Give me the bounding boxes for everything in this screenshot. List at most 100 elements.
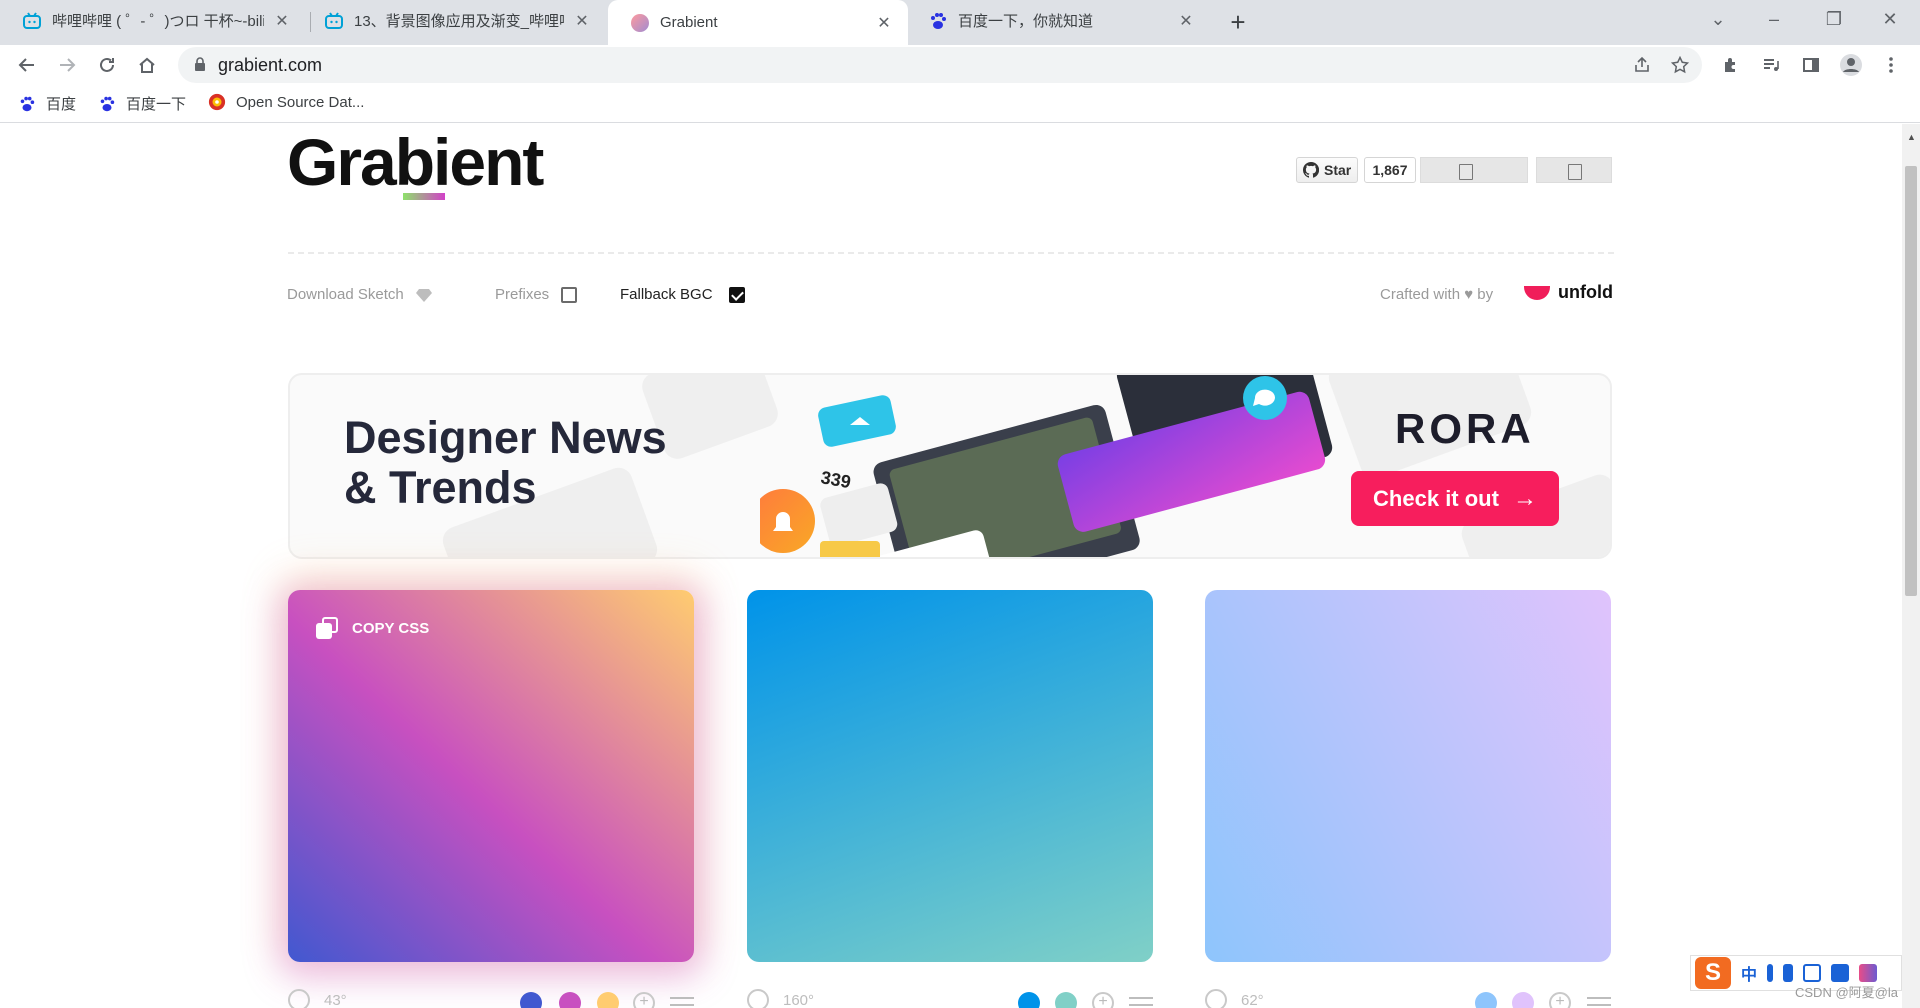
scrollbar-thumb[interactable]	[1905, 166, 1917, 596]
baidu-icon	[100, 96, 115, 111]
bookmark-baidu-search[interactable]: 百度一下	[98, 93, 186, 114]
adjust-sliders-icon[interactable]	[670, 995, 694, 1008]
browser-toolbar: grabient.com	[0, 45, 1920, 85]
new-tab-button[interactable]: +	[1222, 6, 1254, 38]
url-text: grabient.com	[218, 55, 323, 75]
gradient-card-3[interactable]	[1205, 590, 1611, 962]
download-sketch-link[interactable]: Download Sketch	[287, 286, 432, 303]
add-color-stop-icon[interactable]: +	[1092, 992, 1114, 1008]
bookmark-open-source-data[interactable]: Open Source Dat...	[208, 93, 364, 111]
address-bar[interactable]: grabient.com	[178, 47, 1702, 83]
share-icon[interactable]	[1630, 53, 1654, 77]
extensions-icon[interactable]	[1716, 50, 1746, 80]
side-panel-icon[interactable]	[1796, 50, 1826, 80]
color-stop-swatch[interactable]	[1055, 992, 1077, 1008]
bookmark-label: Open Source Dat...	[236, 93, 365, 111]
apps-grid-icon[interactable]	[1859, 964, 1878, 982]
bilibili-icon	[23, 11, 41, 29]
fallback-bgc-checkbox[interactable]	[728, 286, 745, 303]
close-window-button[interactable]: ✕	[1862, 0, 1918, 38]
github-action-button-2[interactable]	[1536, 157, 1612, 183]
angle-dial-icon	[747, 989, 769, 1008]
prefixes-checkbox[interactable]	[561, 286, 578, 303]
csdn-watermark: CSDN @阿夏@la	[1795, 985, 1898, 1000]
forward-icon[interactable]	[50, 48, 84, 82]
check-it-out-button[interactable]: Check it out →	[1351, 471, 1559, 526]
document-icon	[1459, 164, 1473, 180]
close-tab-icon[interactable]: ✕	[874, 13, 894, 33]
punctuation-icon[interactable]	[1767, 964, 1774, 982]
reload-icon[interactable]	[90, 48, 124, 82]
scroll-up-arrow-icon[interactable]: ▲	[1907, 132, 1916, 142]
close-tab-icon[interactable]: ✕	[572, 11, 592, 31]
skin-shirt-icon[interactable]	[1831, 964, 1850, 982]
angle-value: 62°	[1241, 991, 1264, 1008]
profile-avatar-icon[interactable]	[1836, 50, 1866, 80]
unfold-link[interactable]: unfold	[1524, 282, 1613, 303]
color-stop-swatch[interactable]	[559, 992, 581, 1008]
bilibili-icon	[325, 11, 343, 29]
close-tab-icon[interactable]: ✕	[1176, 11, 1196, 31]
angle-value: 43°	[324, 991, 347, 1008]
adjust-sliders-icon[interactable]	[1129, 995, 1153, 1008]
grabient-page: Grabient Star 1,867 Download Sketch Pref…	[0, 124, 1902, 1008]
add-color-stop-icon[interactable]: +	[633, 992, 655, 1008]
github-star-button[interactable]: Star	[1296, 157, 1358, 183]
tab-baidu[interactable]: 百度一下，你就知道 ✕	[906, 0, 1210, 41]
crafted-with-text: Crafted with ♥ by	[1380, 286, 1494, 303]
document-icon	[1568, 164, 1582, 180]
ad-art-counter: 339	[819, 467, 852, 492]
angle-control-1[interactable]: 43°	[288, 989, 347, 1008]
keyboard-icon[interactable]	[1803, 964, 1822, 982]
github-star-count[interactable]: 1,867	[1364, 157, 1416, 183]
lock-icon	[195, 57, 205, 71]
tab-bilibili-video[interactable]: 13、背景图像应用及渐变_哔哩哔 ✕	[302, 0, 606, 41]
tab-title: Grabient	[660, 14, 718, 31]
logo-gradient-underline	[403, 193, 445, 200]
gradient-card-2[interactable]	[747, 590, 1153, 962]
tab-grabient[interactable]: Grabient ✕	[608, 0, 908, 45]
gradient-card-1[interactable]: COPY CSS	[288, 590, 694, 962]
restore-button[interactable]: ❐	[1806, 0, 1862, 38]
sogou-ime-logo: S	[1695, 957, 1731, 989]
page-scrollbar[interactable]: ▲	[1902, 124, 1920, 1008]
rora-brand-logo: RORA	[1395, 405, 1535, 452]
tab-title: 13、背景图像应用及渐变_哔哩哔	[354, 13, 564, 30]
github-action-button-1[interactable]	[1420, 157, 1528, 183]
back-icon[interactable]	[10, 48, 44, 82]
bookmark-star-icon[interactable]	[1668, 53, 1692, 77]
github-icon	[1303, 162, 1319, 178]
ime-language-toggle[interactable]: 中	[1741, 961, 1757, 985]
color-stop-swatch[interactable]	[1018, 992, 1040, 1008]
bookmark-baidu[interactable]: 百度	[18, 93, 76, 114]
minimize-button[interactable]: –	[1746, 0, 1802, 38]
fallback-bgc-toggle[interactable]: Fallback BGC	[620, 286, 745, 303]
menu-icon[interactable]	[1876, 50, 1906, 80]
copy-icon	[316, 617, 338, 639]
media-queue-icon[interactable]	[1756, 50, 1786, 80]
color-stop-swatch[interactable]	[1512, 992, 1534, 1008]
tab-strip: 哔哩哔哩 ( ゜- ゜)つロ 干杯~-bili ✕ 13、背景图像应用及渐变_哔…	[0, 0, 1920, 45]
copy-css-label: COPY CSS	[352, 619, 430, 637]
adjust-sliders-icon[interactable]	[1587, 995, 1611, 1008]
add-color-stop-icon[interactable]: +	[1549, 992, 1571, 1008]
angle-control-3[interactable]: 62°	[1205, 989, 1264, 1008]
prefixes-toggle[interactable]: Prefixes	[495, 286, 578, 303]
close-tab-icon[interactable]: ✕	[272, 11, 292, 31]
home-icon[interactable]	[130, 48, 164, 82]
microphone-icon[interactable]	[1783, 964, 1794, 982]
tab-bilibili-home[interactable]: 哔哩哔哩 ( ゜- ゜)つロ 干杯~-bili ✕	[0, 0, 306, 41]
ad-illustration: 339	[760, 375, 1333, 557]
angle-control-2[interactable]: 160°	[747, 989, 814, 1008]
color-stop-swatch[interactable]	[597, 992, 619, 1008]
ad-banner[interactable]: Designer News & Trends 339 RORA Check it…	[288, 373, 1612, 559]
color-stop-swatch[interactable]	[1475, 992, 1497, 1008]
angle-dial-icon	[1205, 989, 1227, 1008]
check-it-out-label: Check it out	[1373, 485, 1499, 511]
ad-headline-line-2: & Trends	[344, 462, 537, 513]
copy-css-button[interactable]: COPY CSS	[316, 617, 429, 639]
color-stop-swatch[interactable]	[520, 992, 542, 1008]
grabient-logo[interactable]: Grabient	[287, 124, 544, 200]
angle-dial-icon	[288, 989, 310, 1008]
tab-search-icon[interactable]: ⌄	[1690, 0, 1746, 38]
